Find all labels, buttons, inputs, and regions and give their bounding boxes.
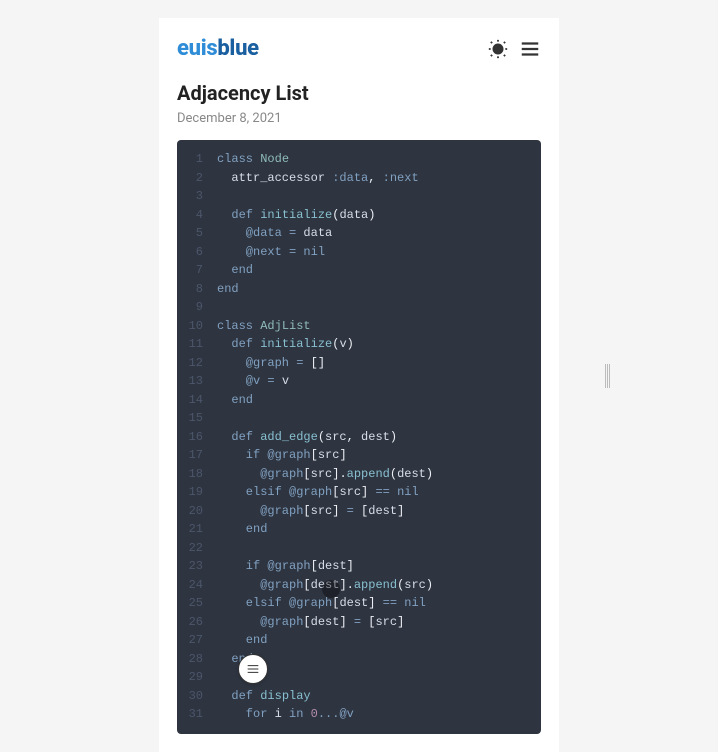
line-number: 3 — [177, 187, 217, 206]
code-line: 18 @graph[src].append(dest) — [177, 465, 541, 484]
theme-toggle-icon[interactable] — [487, 38, 509, 60]
line-number: 2 — [177, 169, 217, 188]
line-content: end — [217, 631, 267, 650]
code-line: 11 def initialize(v) — [177, 335, 541, 354]
line-content: @graph = [] — [217, 354, 325, 373]
line-number: 30 — [177, 687, 217, 706]
scrollbar-hint — [605, 364, 610, 388]
code-line: 30 def display — [177, 687, 541, 706]
code-line: 7 end — [177, 261, 541, 280]
line-content: @graph[src] = [dest] — [217, 502, 404, 521]
line-number: 17 — [177, 446, 217, 465]
line-number: 28 — [177, 650, 217, 669]
line-number: 4 — [177, 206, 217, 225]
code-line: 23 if @graph[dest] — [177, 557, 541, 576]
code-line: 24 @graph[dest].append(src) — [177, 576, 541, 595]
logo-text-b: blue — [217, 36, 258, 61]
code-line: 1class Node — [177, 150, 541, 169]
line-number: 9 — [177, 298, 217, 317]
code-line: 16 def add_edge(src, dest) — [177, 428, 541, 447]
line-number: 1 — [177, 150, 217, 169]
line-content: class AdjList — [217, 317, 311, 336]
line-number: 21 — [177, 520, 217, 539]
line-content: def initialize(data) — [217, 206, 375, 225]
line-content: @next = nil — [217, 243, 325, 262]
code-line: 15 — [177, 409, 541, 428]
line-number: 6 — [177, 243, 217, 262]
line-content: end — [217, 520, 267, 539]
line-number: 19 — [177, 483, 217, 502]
line-content: if @graph[dest] — [217, 557, 354, 576]
menu-icon[interactable] — [519, 38, 541, 60]
page: euisblue Adjacency List December 8, 2021… — [159, 18, 559, 752]
line-number: 25 — [177, 594, 217, 613]
line-content: def add_edge(src, dest) — [217, 428, 397, 447]
code-line: 29 — [177, 668, 541, 687]
code-line: 2 attr_accessor :data, :next — [177, 169, 541, 188]
line-content: attr_accessor :data, :next — [217, 169, 419, 188]
line-number: 10 — [177, 317, 217, 336]
line-content: @graph[src].append(dest) — [217, 465, 433, 484]
code-line: 22 — [177, 539, 541, 558]
line-content: end — [217, 261, 253, 280]
line-number: 12 — [177, 354, 217, 373]
code-line: 14 end — [177, 391, 541, 410]
header-actions — [487, 38, 541, 60]
code-line: 9 — [177, 298, 541, 317]
line-number: 14 — [177, 391, 217, 410]
line-content: @v = v — [217, 372, 289, 391]
code-line: 12 @graph = [] — [177, 354, 541, 373]
line-content: end — [217, 280, 239, 299]
line-content: if @graph[src] — [217, 446, 347, 465]
line-content: end — [217, 391, 253, 410]
line-number: 23 — [177, 557, 217, 576]
code-line: 5 @data = data — [177, 224, 541, 243]
line-number: 13 — [177, 372, 217, 391]
line-number: 11 — [177, 335, 217, 354]
line-number: 22 — [177, 539, 217, 558]
code-line: 28 end — [177, 650, 541, 669]
code-line: 27 end — [177, 631, 541, 650]
toc-fab-button[interactable] — [238, 654, 268, 684]
code-line: 20 @graph[src] = [dest] — [177, 502, 541, 521]
line-number: 8 — [177, 280, 217, 299]
code-line: 3 — [177, 187, 541, 206]
line-content: def display — [217, 687, 311, 706]
line-number: 26 — [177, 613, 217, 632]
code-line: 26 @graph[dest] = [src] — [177, 613, 541, 632]
code-line: 8end — [177, 280, 541, 299]
line-number: 27 — [177, 631, 217, 650]
code-line: 21 end — [177, 520, 541, 539]
code-line: 4 def initialize(data) — [177, 206, 541, 225]
line-content: @graph[dest].append(src) — [217, 576, 433, 595]
header: euisblue — [177, 36, 541, 61]
site-logo[interactable]: euisblue — [177, 36, 259, 61]
line-content: @data = data — [217, 224, 332, 243]
code-line: 17 if @graph[src] — [177, 446, 541, 465]
code-line: 19 elsif @graph[src] == nil — [177, 483, 541, 502]
line-content: def initialize(v) — [217, 335, 354, 354]
code-block: 1class Node2 attr_accessor :data, :next3… — [177, 140, 541, 734]
line-number: 5 — [177, 224, 217, 243]
line-number: 29 — [177, 668, 217, 687]
line-content: @graph[dest] = [src] — [217, 613, 404, 632]
code-line: 13 @v = v — [177, 372, 541, 391]
code-line: 10class AdjList — [177, 317, 541, 336]
line-number: 15 — [177, 409, 217, 428]
line-number: 16 — [177, 428, 217, 447]
code-line: 6 @next = nil — [177, 243, 541, 262]
line-number: 20 — [177, 502, 217, 521]
line-content: elsif @graph[dest] == nil — [217, 594, 426, 613]
post-title: Adjacency List — [177, 81, 541, 105]
code-line: 25 elsif @graph[dest] == nil — [177, 594, 541, 613]
list-icon — [245, 661, 261, 677]
line-number: 24 — [177, 576, 217, 595]
logo-text-a: euis — [177, 36, 217, 61]
post-date: December 8, 2021 — [177, 111, 541, 126]
line-number: 7 — [177, 261, 217, 280]
line-content: class Node — [217, 150, 289, 169]
line-number: 18 — [177, 465, 217, 484]
line-content: elsif @graph[src] == nil — [217, 483, 419, 502]
